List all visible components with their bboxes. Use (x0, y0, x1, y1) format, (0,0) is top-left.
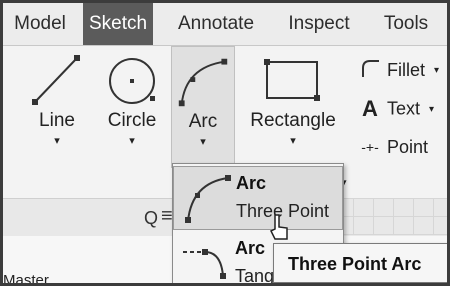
point-tool-button[interactable]: -+- Point (358, 136, 428, 164)
arc-tangent-title: Arc (235, 238, 266, 258)
chevron-down-icon[interactable]: ▾ (429, 104, 434, 115)
point-icon: -+- (361, 139, 379, 156)
chevron-down-icon[interactable]: ▾ (245, 134, 341, 147)
arc-three-point-option[interactable]: Arc Three Point (173, 166, 343, 230)
rectangle-tool-label: Rectangle (250, 110, 336, 131)
text-label: Text (387, 98, 421, 119)
chevron-down-icon[interactable]: ▾ (23, 134, 91, 147)
arc-tangent-icon (183, 249, 226, 279)
tab-annotate[interactable]: Annotate (166, 3, 266, 45)
chevron-down-icon[interactable]: ▾ (434, 65, 439, 76)
tab-inspect[interactable]: Inspect (275, 3, 363, 45)
line-tool-button[interactable]: Line ▾ (23, 46, 91, 168)
sketch-grid (333, 198, 447, 235)
line-tool-label: Line (39, 110, 75, 131)
arc-three-point-icon (185, 175, 231, 223)
tab-tools[interactable]: Tools (371, 3, 441, 45)
circle-icon (109, 58, 155, 104)
text-icon: A (362, 96, 378, 121)
line-icon (32, 55, 80, 105)
tab-model[interactable]: Model (3, 3, 77, 45)
arc-tool-button[interactable]: Arc ▾ (171, 46, 235, 168)
rectangle-icon (264, 59, 320, 101)
fillet-tool-button[interactable]: Fillet ▾ (358, 58, 439, 86)
point-label: Point (387, 136, 429, 157)
arc-three-point-icon (178, 58, 228, 107)
fillet-icon (358, 58, 382, 83)
chevron-down-icon[interactable]: ▾ (172, 135, 234, 148)
circle-tool-button[interactable]: Circle ▾ (99, 46, 165, 168)
menu-icon[interactable]: ≡ (161, 205, 173, 228)
arc-tangent-subtitle: Tang (235, 266, 275, 286)
arc-tool-label: Arc (188, 111, 218, 132)
search-icon[interactable]: Q (144, 208, 158, 229)
rectangle-tool-button[interactable]: Rectangle ▾ (245, 46, 341, 168)
master-label: Master (3, 272, 49, 286)
fillet-label: Fillet (387, 60, 426, 80)
arc-three-point-title: Arc (236, 173, 267, 193)
application-window: Model Sketch Annotate Inspect Tools Line… (0, 0, 450, 286)
pointer-cursor-icon (269, 214, 288, 240)
circle-tool-label: Circle (107, 110, 157, 131)
tab-sketch[interactable]: Sketch (83, 3, 153, 45)
text-tool-button[interactable]: A Text ▾ (358, 96, 434, 124)
tooltip: Three Point Arc (273, 243, 447, 283)
ribbon-tab-bar: Model Sketch Annotate Inspect Tools (3, 3, 447, 46)
chevron-down-icon[interactable]: ▾ (99, 134, 165, 147)
